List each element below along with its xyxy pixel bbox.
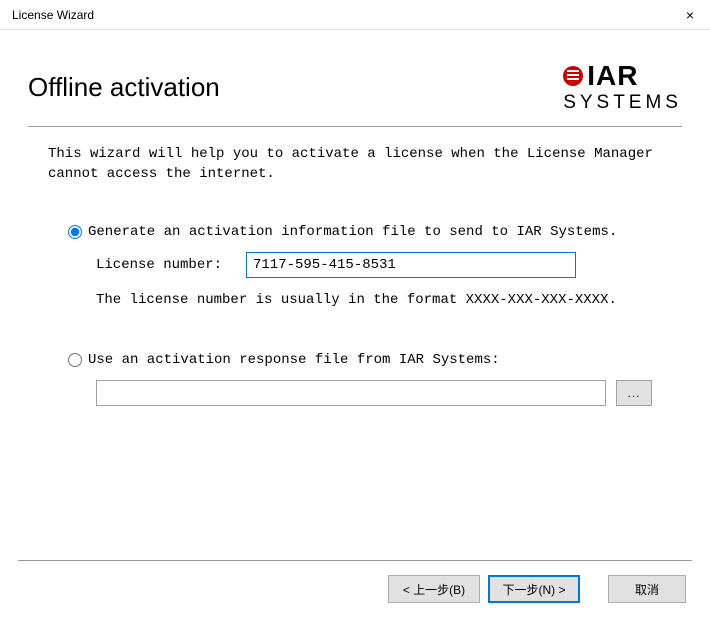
browse-button[interactable]: ... [616, 380, 652, 406]
response-file-input[interactable] [96, 380, 606, 406]
format-hint: The license number is usually in the for… [96, 292, 652, 308]
bottom-divider [18, 560, 692, 561]
logo-iar-text: IAR [587, 60, 638, 92]
iar-logo: IAR SYSTEMS [563, 60, 682, 114]
header-divider [28, 126, 682, 127]
generate-radio[interactable] [68, 225, 82, 239]
intro-text: This wizard will help you to activate a … [48, 145, 662, 184]
options-section: Generate an activation information file … [68, 224, 652, 406]
back-button[interactable]: < 上一步(B) [388, 575, 480, 603]
logo-systems-text: SYSTEMS [563, 92, 682, 114]
response-radio[interactable] [68, 353, 82, 367]
button-bar: < 上一步(B) 下一步(N) > 取消 [388, 575, 686, 603]
content-area: Offline activation IAR SYSTEMS This wiza… [0, 60, 710, 406]
window-title: License Wizard [12, 8, 94, 22]
license-number-row: License number: [96, 252, 652, 278]
logo-circle-icon [563, 66, 583, 86]
generate-label[interactable]: Generate an activation information file … [88, 224, 617, 240]
response-option-row: Use an activation response file from IAR… [68, 352, 652, 368]
page-title: Offline activation [28, 72, 220, 103]
license-number-input[interactable] [246, 252, 576, 278]
generate-option-row: Generate an activation information file … [68, 224, 652, 240]
next-button[interactable]: 下一步(N) > [488, 575, 580, 603]
close-icon[interactable]: × [680, 7, 700, 23]
response-label[interactable]: Use an activation response file from IAR… [88, 352, 500, 368]
response-file-row: ... [96, 380, 652, 406]
cancel-button[interactable]: 取消 [608, 575, 686, 603]
header-section: Offline activation IAR SYSTEMS [28, 60, 682, 114]
license-number-label: License number: [96, 257, 246, 273]
titlebar: License Wizard × [0, 0, 710, 30]
